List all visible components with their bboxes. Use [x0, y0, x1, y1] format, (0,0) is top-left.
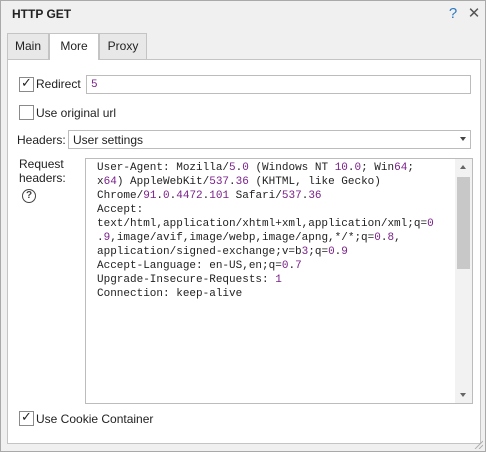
dialog-title: HTTP GET: [12, 7, 72, 21]
scrollbar-thumb[interactable]: [457, 177, 470, 269]
scroll-down-icon[interactable]: [460, 393, 466, 397]
request-header-line: .9,image/avif,image/webp,image/apng,*/*;…: [97, 232, 401, 244]
original-url-checkbox[interactable]: [19, 105, 34, 120]
request-headers-text: User-Agent: Mozilla/5.0 (Windows NT 10.0…: [97, 161, 449, 301]
tab-proxy[interactable]: Proxy: [99, 33, 147, 59]
request-header-line: Chrome/91.0.4472.101 Safari/537.36: [97, 190, 322, 202]
original-url-label: Use original url: [36, 106, 117, 120]
request-header-line: Upgrade-Insecure-Requests: 1: [97, 274, 282, 286]
request-headers-help-icon[interactable]: ?: [22, 189, 36, 203]
title-bar: HTTP GET ? ✕: [1, 1, 485, 28]
close-icon[interactable]: ✕: [466, 5, 482, 23]
checkmark-icon: ✓: [21, 409, 32, 424]
redirect-count-input[interactable]: 5: [86, 75, 471, 94]
resize-grip-icon[interactable]: [473, 439, 483, 449]
request-headers-label-line1: Request: [19, 157, 64, 171]
help-icon[interactable]: ?: [445, 5, 461, 23]
request-header-line: User-Agent: Mozilla/5.0 (Windows NT 10.0…: [97, 162, 414, 174]
tab-main[interactable]: Main: [7, 33, 49, 59]
request-header-line: application/signed-exchange;v=b3;q=0.9: [97, 246, 348, 258]
headers-select-value: User settings: [73, 133, 144, 147]
chevron-down-icon: [460, 137, 466, 141]
more-tab-panel: ✓ Redirect 5 Use original url Headers: U…: [7, 59, 481, 444]
scroll-up-icon[interactable]: [460, 165, 466, 169]
request-headers-label-line2: headers:: [19, 171, 66, 185]
request-header-line: text/html,application/xhtml+xml,applicat…: [97, 218, 434, 230]
request-header-line: x64) AppleWebKit/537.36 (KHTML, like Gec…: [97, 176, 381, 188]
headers-label: Headers:: [17, 133, 66, 147]
checkmark-icon: ✓: [21, 75, 32, 90]
request-header-line: Accept:: [97, 204, 144, 216]
request-header-line: Accept-Language: en-US,en;q=0.7: [97, 260, 302, 272]
redirect-label: Redirect: [36, 77, 81, 91]
request-header-line: Connection: keep-alive: [97, 288, 243, 300]
headers-select[interactable]: User settings: [68, 130, 471, 149]
request-headers-textarea[interactable]: User-Agent: Mozilla/5.0 (Windows NT 10.0…: [85, 158, 473, 404]
http-get-dialog: HTTP GET ? ✕ Main More Proxy ✓ Redirect …: [0, 0, 486, 452]
vertical-scrollbar[interactable]: [455, 159, 472, 403]
cookie-container-checkbox[interactable]: ✓: [19, 409, 34, 426]
tab-more[interactable]: More: [49, 33, 99, 60]
cookie-container-label: Use Cookie Container: [36, 412, 154, 426]
redirect-checkbox[interactable]: ✓: [19, 75, 34, 92]
